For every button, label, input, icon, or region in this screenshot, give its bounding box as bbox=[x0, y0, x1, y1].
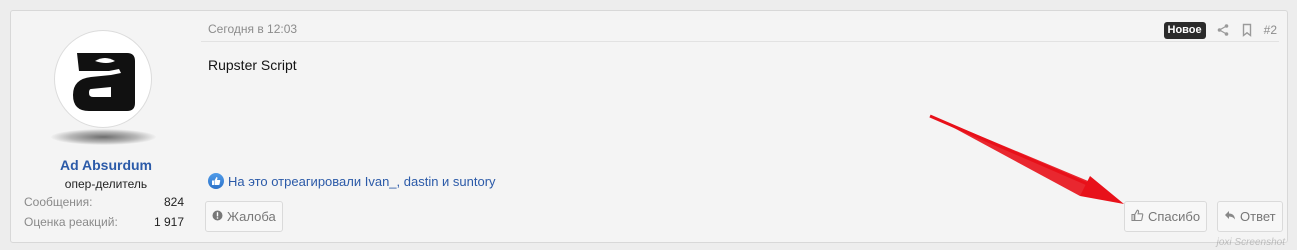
new-badge: Новое bbox=[1163, 21, 1206, 39]
stat-messages: Сообщения: 824 bbox=[24, 195, 184, 209]
post-container: Ad Absurdum опер-делитель Сообщения: 824… bbox=[10, 10, 1288, 243]
reactions-text: На это отреагировали Ivan_, dastin и sun… bbox=[228, 173, 496, 189]
reactions-bar[interactable]: На это отреагировали Ivan_, dastin и sun… bbox=[208, 173, 496, 189]
stat-label: Оценка реакций: bbox=[24, 215, 118, 229]
reply-button[interactable]: Ответ bbox=[1217, 201, 1283, 232]
like-label: Спасибо bbox=[1148, 209, 1201, 224]
user-column: Ad Absurdum опер-делитель Сообщения: 824… bbox=[11, 11, 201, 242]
report-button[interactable]: Жалоба bbox=[205, 201, 283, 232]
stat-value: 824 bbox=[163, 195, 184, 209]
stat-reactions: Оценка реакций: 1 917 bbox=[24, 215, 184, 229]
stat-value: 1 917 bbox=[153, 215, 184, 229]
avatar-image bbox=[73, 53, 135, 111]
post-content: Rupster Script bbox=[208, 57, 297, 73]
username-link[interactable]: Ad Absurdum bbox=[11, 157, 201, 173]
reply-icon bbox=[1224, 209, 1236, 224]
warning-icon bbox=[212, 209, 223, 224]
thumbs-up-icon bbox=[1131, 209, 1144, 225]
bookmark-icon[interactable] bbox=[1240, 23, 1254, 37]
share-icon[interactable] bbox=[1216, 23, 1230, 37]
like-reaction-icon bbox=[208, 173, 224, 189]
like-button[interactable]: Спасибо bbox=[1124, 201, 1208, 232]
avatar-shadow bbox=[51, 129, 156, 145]
report-label: Жалоба bbox=[227, 209, 276, 224]
reply-label: Ответ bbox=[1240, 209, 1276, 224]
watermark: joxi Screenshot bbox=[1216, 237, 1285, 248]
post-number-link[interactable]: #2 bbox=[1264, 23, 1277, 37]
user-title: опер-делитель bbox=[64, 177, 148, 191]
post-date[interactable]: Сегодня в 12:03 bbox=[208, 22, 297, 36]
header-divider bbox=[201, 41, 1279, 42]
post-header-actions: Новое #2 bbox=[1163, 21, 1277, 39]
avatar[interactable] bbox=[54, 30, 152, 128]
stat-label: Сообщения: bbox=[24, 195, 93, 209]
